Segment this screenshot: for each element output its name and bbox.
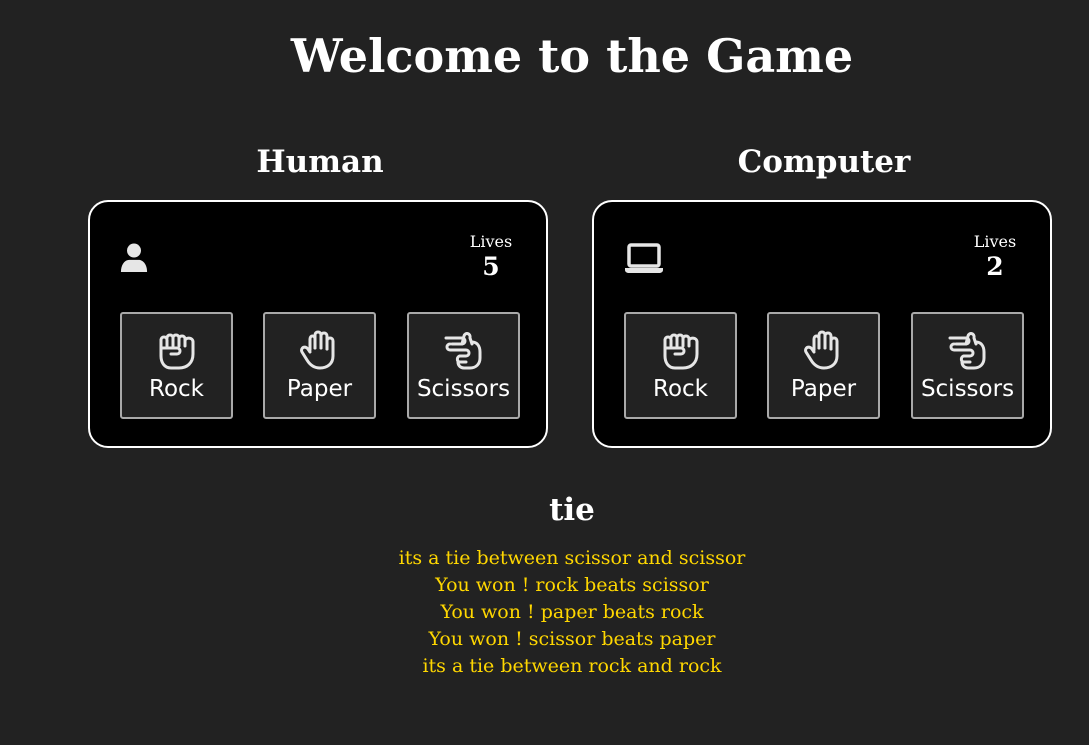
open-hand-icon	[299, 330, 334, 370]
computer-panel: Lives 2 Rock Paper Scissors	[592, 200, 1052, 448]
choice-label: Scissors	[920, 376, 1015, 402]
scissors-hand-icon	[948, 332, 985, 370]
user-icon	[120, 243, 148, 272]
choice-label: Rock	[653, 376, 708, 402]
human-paper-button[interactable]: Paper	[263, 312, 376, 419]
lives-label: Lives	[973, 232, 1017, 251]
human-scissors-button[interactable]: Scissors	[407, 312, 520, 419]
choice-label: Paper	[790, 376, 857, 402]
history-item: its a tie between rock and rock	[422, 655, 722, 677]
lives-label: Lives	[469, 232, 513, 251]
human-lives: Lives 5	[466, 232, 516, 282]
history-item: You won ! paper beats rock	[440, 601, 704, 623]
history-item: You won ! scissor beats paper	[428, 628, 716, 650]
computer-heading: Computer	[737, 144, 911, 180]
laptop-icon	[625, 243, 663, 273]
page-title: Welcome to the Game	[290, 29, 854, 83]
open-hand-icon	[803, 330, 838, 370]
scissors-hand-icon	[444, 332, 481, 370]
choice-label: Rock	[149, 376, 204, 402]
computer-paper-button[interactable]: Paper	[767, 312, 880, 419]
human-rock-button[interactable]: Rock	[120, 312, 233, 419]
round-history: its a tie between scissor and scissor Yo…	[0, 545, 1089, 680]
history-item: its a tie between scissor and scissor	[398, 547, 746, 569]
computer-lives: Lives 2	[970, 232, 1020, 282]
fist-icon	[663, 333, 698, 370]
choice-label: Paper	[286, 376, 353, 402]
history-item: You won ! rock beats scissor	[435, 574, 709, 596]
lives-count: 2	[986, 252, 1004, 281]
computer-scissors-button[interactable]: Scissors	[911, 312, 1024, 419]
lives-count: 5	[482, 252, 500, 281]
human-heading: Human	[256, 144, 384, 180]
fist-icon	[159, 333, 194, 370]
choice-label: Scissors	[416, 376, 511, 402]
computer-rock-button[interactable]: Rock	[624, 312, 737, 419]
round-result: tie	[549, 492, 595, 528]
human-panel: Lives 5 Rock Paper Scissors	[88, 200, 548, 448]
